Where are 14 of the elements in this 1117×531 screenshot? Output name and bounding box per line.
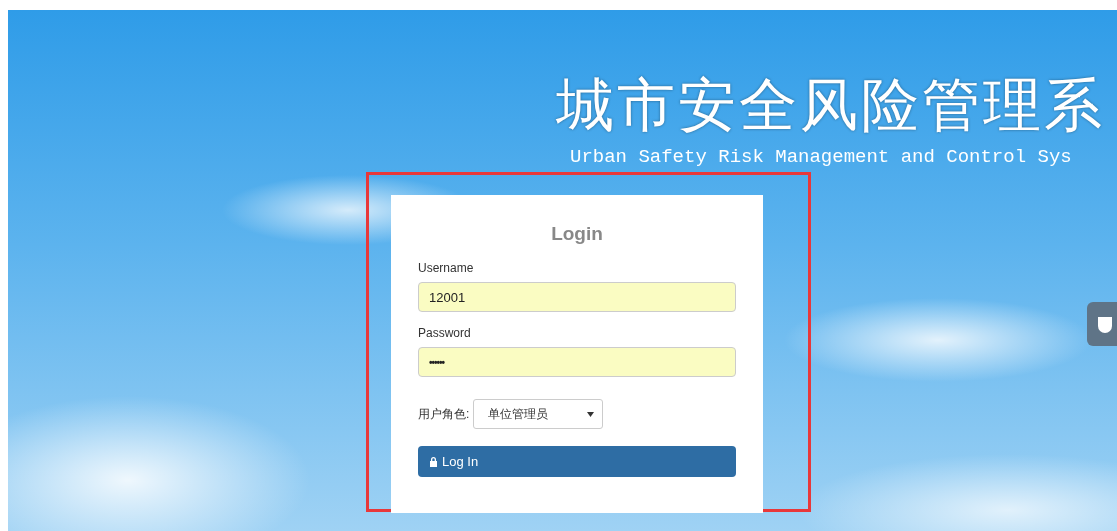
username-field[interactable]: 12001 xyxy=(418,282,736,312)
side-tab[interactable] xyxy=(1087,302,1117,346)
role-select[interactable]: 单位管理员 xyxy=(473,399,604,429)
field-label: Username xyxy=(418,261,475,275)
field-label: Password xyxy=(418,326,472,340)
cup-icon xyxy=(1097,315,1113,333)
login-heading: Login xyxy=(550,223,604,245)
role-label: 用户角色: xyxy=(418,405,470,423)
password-field[interactable]: •••••• xyxy=(418,347,736,377)
system-subtitle: Urban Safety Risk Management and Control Sys xyxy=(570,146,1073,168)
system-title: 城市安全风险管理系 xyxy=(556,76,1106,134)
caret-icon xyxy=(587,411,595,417)
lock-icon xyxy=(429,456,438,467)
login-button[interactable]: Log In xyxy=(418,446,736,477)
